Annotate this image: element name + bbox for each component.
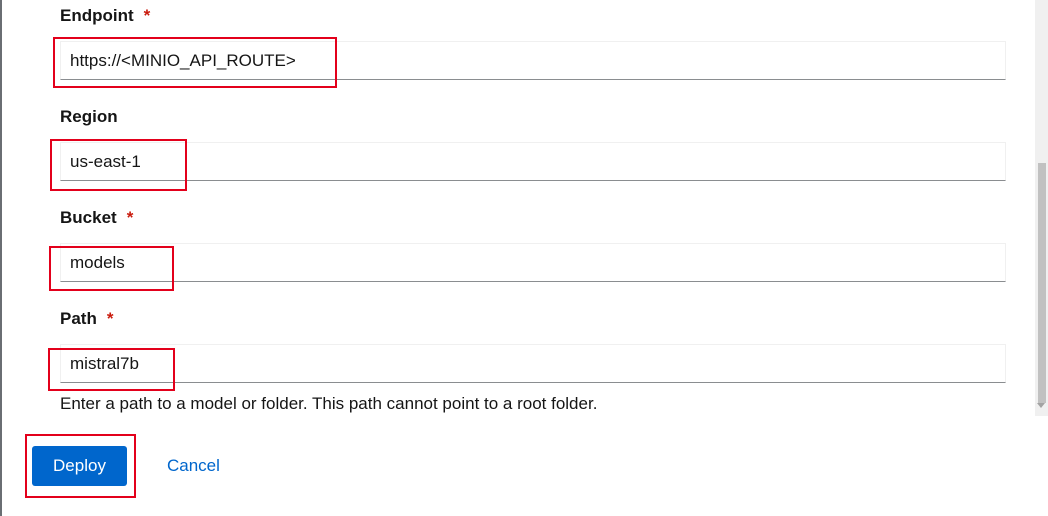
modal-left-border [0, 0, 2, 516]
bucket-highlight-box [49, 246, 174, 291]
path-highlight-box [48, 348, 175, 391]
vertical-scrollbar[interactable] [1035, 0, 1048, 516]
bucket-label: Bucket * [60, 208, 133, 228]
required-asterisk: * [126, 208, 134, 227]
endpoint-highlight-box [53, 37, 337, 88]
scrollbar-bottom-gap [1035, 416, 1048, 516]
region-label-text: Region [60, 107, 118, 126]
scroll-down-arrow-icon[interactable] [1037, 403, 1045, 408]
region-highlight-box [50, 139, 187, 191]
bucket-input[interactable]: models [60, 243, 1006, 282]
scrollbar-thumb[interactable] [1038, 163, 1046, 403]
path-helper-text: Enter a path to a model or folder. This … [60, 394, 598, 413]
deploy-highlight-box [25, 434, 136, 498]
endpoint-label-text: Endpoint [60, 6, 134, 25]
path-label: Path * [60, 309, 113, 329]
bucket-label-text: Bucket [60, 208, 117, 227]
endpoint-label: Endpoint * [60, 6, 150, 26]
required-asterisk: * [106, 309, 114, 328]
path-input[interactable]: mistral7b [60, 344, 1006, 383]
cancel-button[interactable]: Cancel [167, 456, 220, 476]
region-label: Region [60, 107, 118, 127]
region-input[interactable]: us-east-1 [60, 142, 1006, 181]
path-label-text: Path [60, 309, 97, 328]
required-asterisk: * [143, 6, 151, 25]
